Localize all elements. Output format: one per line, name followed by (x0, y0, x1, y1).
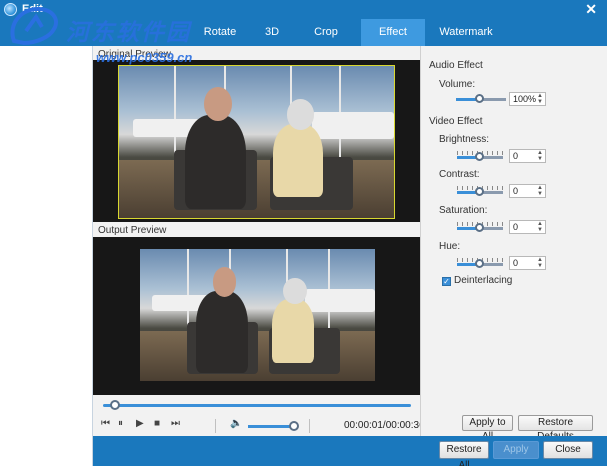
volume-label: Volume: (439, 79, 476, 90)
close-icon[interactable]: ✕ (585, 1, 597, 18)
stop-icon[interactable]: ■ (154, 418, 160, 429)
pause-icon[interactable]: ⏸ (118, 418, 123, 429)
apply-button[interactable]: Apply (493, 441, 539, 459)
contrast-value: 0 (513, 186, 519, 196)
saturation-thumb[interactable] (475, 223, 484, 232)
contrast-label: Contrast: (439, 169, 480, 180)
video-scene (140, 249, 375, 381)
tab-crop[interactable]: Crop (291, 19, 361, 46)
hue-spinbox[interactable]: 0 ▲ ▼ (509, 256, 546, 270)
hue-value: 0 (513, 258, 519, 268)
saturation-value: 0 (513, 222, 519, 232)
restore-all-button[interactable]: Restore All (439, 441, 489, 466)
audio-effect-heading: Audio Effect (429, 60, 483, 71)
volume-value: 100% (513, 94, 537, 104)
spin-arrows-icon[interactable]: ▲ ▼ (537, 93, 543, 105)
close-button[interactable]: Close (543, 441, 593, 459)
video-effect-heading: Video Effect (429, 116, 483, 127)
tab-watermark[interactable]: Watermark (425, 19, 507, 46)
divider (215, 419, 216, 433)
volume-spinbox[interactable]: 100% ▲ ▼ (509, 92, 546, 106)
seek-bar[interactable] (103, 404, 411, 407)
saturation-label: Saturation: (439, 205, 488, 216)
watermark-text: 河东软件园 (66, 19, 191, 45)
output-preview-label: Output Preview (98, 225, 167, 236)
spin-arrows-icon[interactable]: ▲ ▼ (537, 257, 543, 269)
timecode: 00:00:01/00:00:36 (344, 420, 425, 431)
tab-rotate[interactable]: Rotate (187, 19, 253, 46)
dialog-footer: Restore All Apply Close (93, 436, 607, 466)
contrast-spinbox[interactable]: 0 ▲ ▼ (509, 184, 546, 198)
play-icon[interactable]: ▶ (136, 418, 144, 429)
deinterlacing-label: Deinterlacing (454, 275, 513, 286)
saturation-spinbox[interactable]: 0 ▲ ▼ (509, 220, 546, 234)
output-preview (93, 237, 420, 395)
volume-effect-thumb[interactable] (475, 94, 484, 103)
output-video-frame (140, 249, 375, 381)
file-list-panel (0, 46, 93, 466)
tab-effect[interactable]: Effect (361, 19, 425, 46)
skip-forward-icon[interactable]: ⏭ (171, 418, 180, 429)
deinterlacing-checkbox[interactable]: ✓ (442, 277, 451, 286)
spin-arrows-icon[interactable]: ▲ ▼ (537, 185, 543, 197)
seek-thumb[interactable] (110, 400, 120, 410)
brightness-label: Brightness: (439, 134, 490, 145)
speaker-icon[interactable]: 🔈 (230, 418, 242, 429)
contrast-thumb[interactable] (475, 187, 484, 196)
playback-controls: ⏮ ⏸ ▶ ■ ⏭ 🔈 00:00:01/00:00:36 (93, 416, 425, 436)
restore-defaults-button[interactable]: Restore Defaults (518, 415, 593, 442)
apply-to-all-button[interactable]: Apply to All (462, 415, 513, 442)
spin-arrows-icon[interactable]: ▲ ▼ (537, 150, 543, 162)
brightness-thumb[interactable] (475, 152, 484, 161)
volume-thumb[interactable] (289, 421, 299, 431)
hue-label: Hue: (439, 241, 461, 252)
watermark-url: www.pc0359.cn (96, 50, 193, 65)
original-video-frame[interactable] (118, 65, 395, 219)
original-preview (93, 60, 420, 222)
video-scene (119, 66, 394, 218)
hue-thumb[interactable] (475, 259, 484, 268)
effect-settings-panel: Audio Effect Volume: 100% ▲ ▼ Video Effect… (420, 46, 607, 442)
brightness-value: 0 (513, 151, 519, 161)
spin-arrows-icon[interactable]: ▲ ▼ (537, 221, 543, 233)
watermark-logo (10, 6, 58, 46)
preview-area: Original Preview Output Preview ⏮ ⏸ ▶ ■ … (93, 46, 425, 436)
brightness-spinbox[interactable]: 0 ▲ ▼ (509, 149, 546, 163)
divider (309, 419, 310, 433)
skip-back-icon[interactable]: ⏮ (101, 418, 110, 429)
tab-3d[interactable]: 3D (253, 19, 291, 46)
